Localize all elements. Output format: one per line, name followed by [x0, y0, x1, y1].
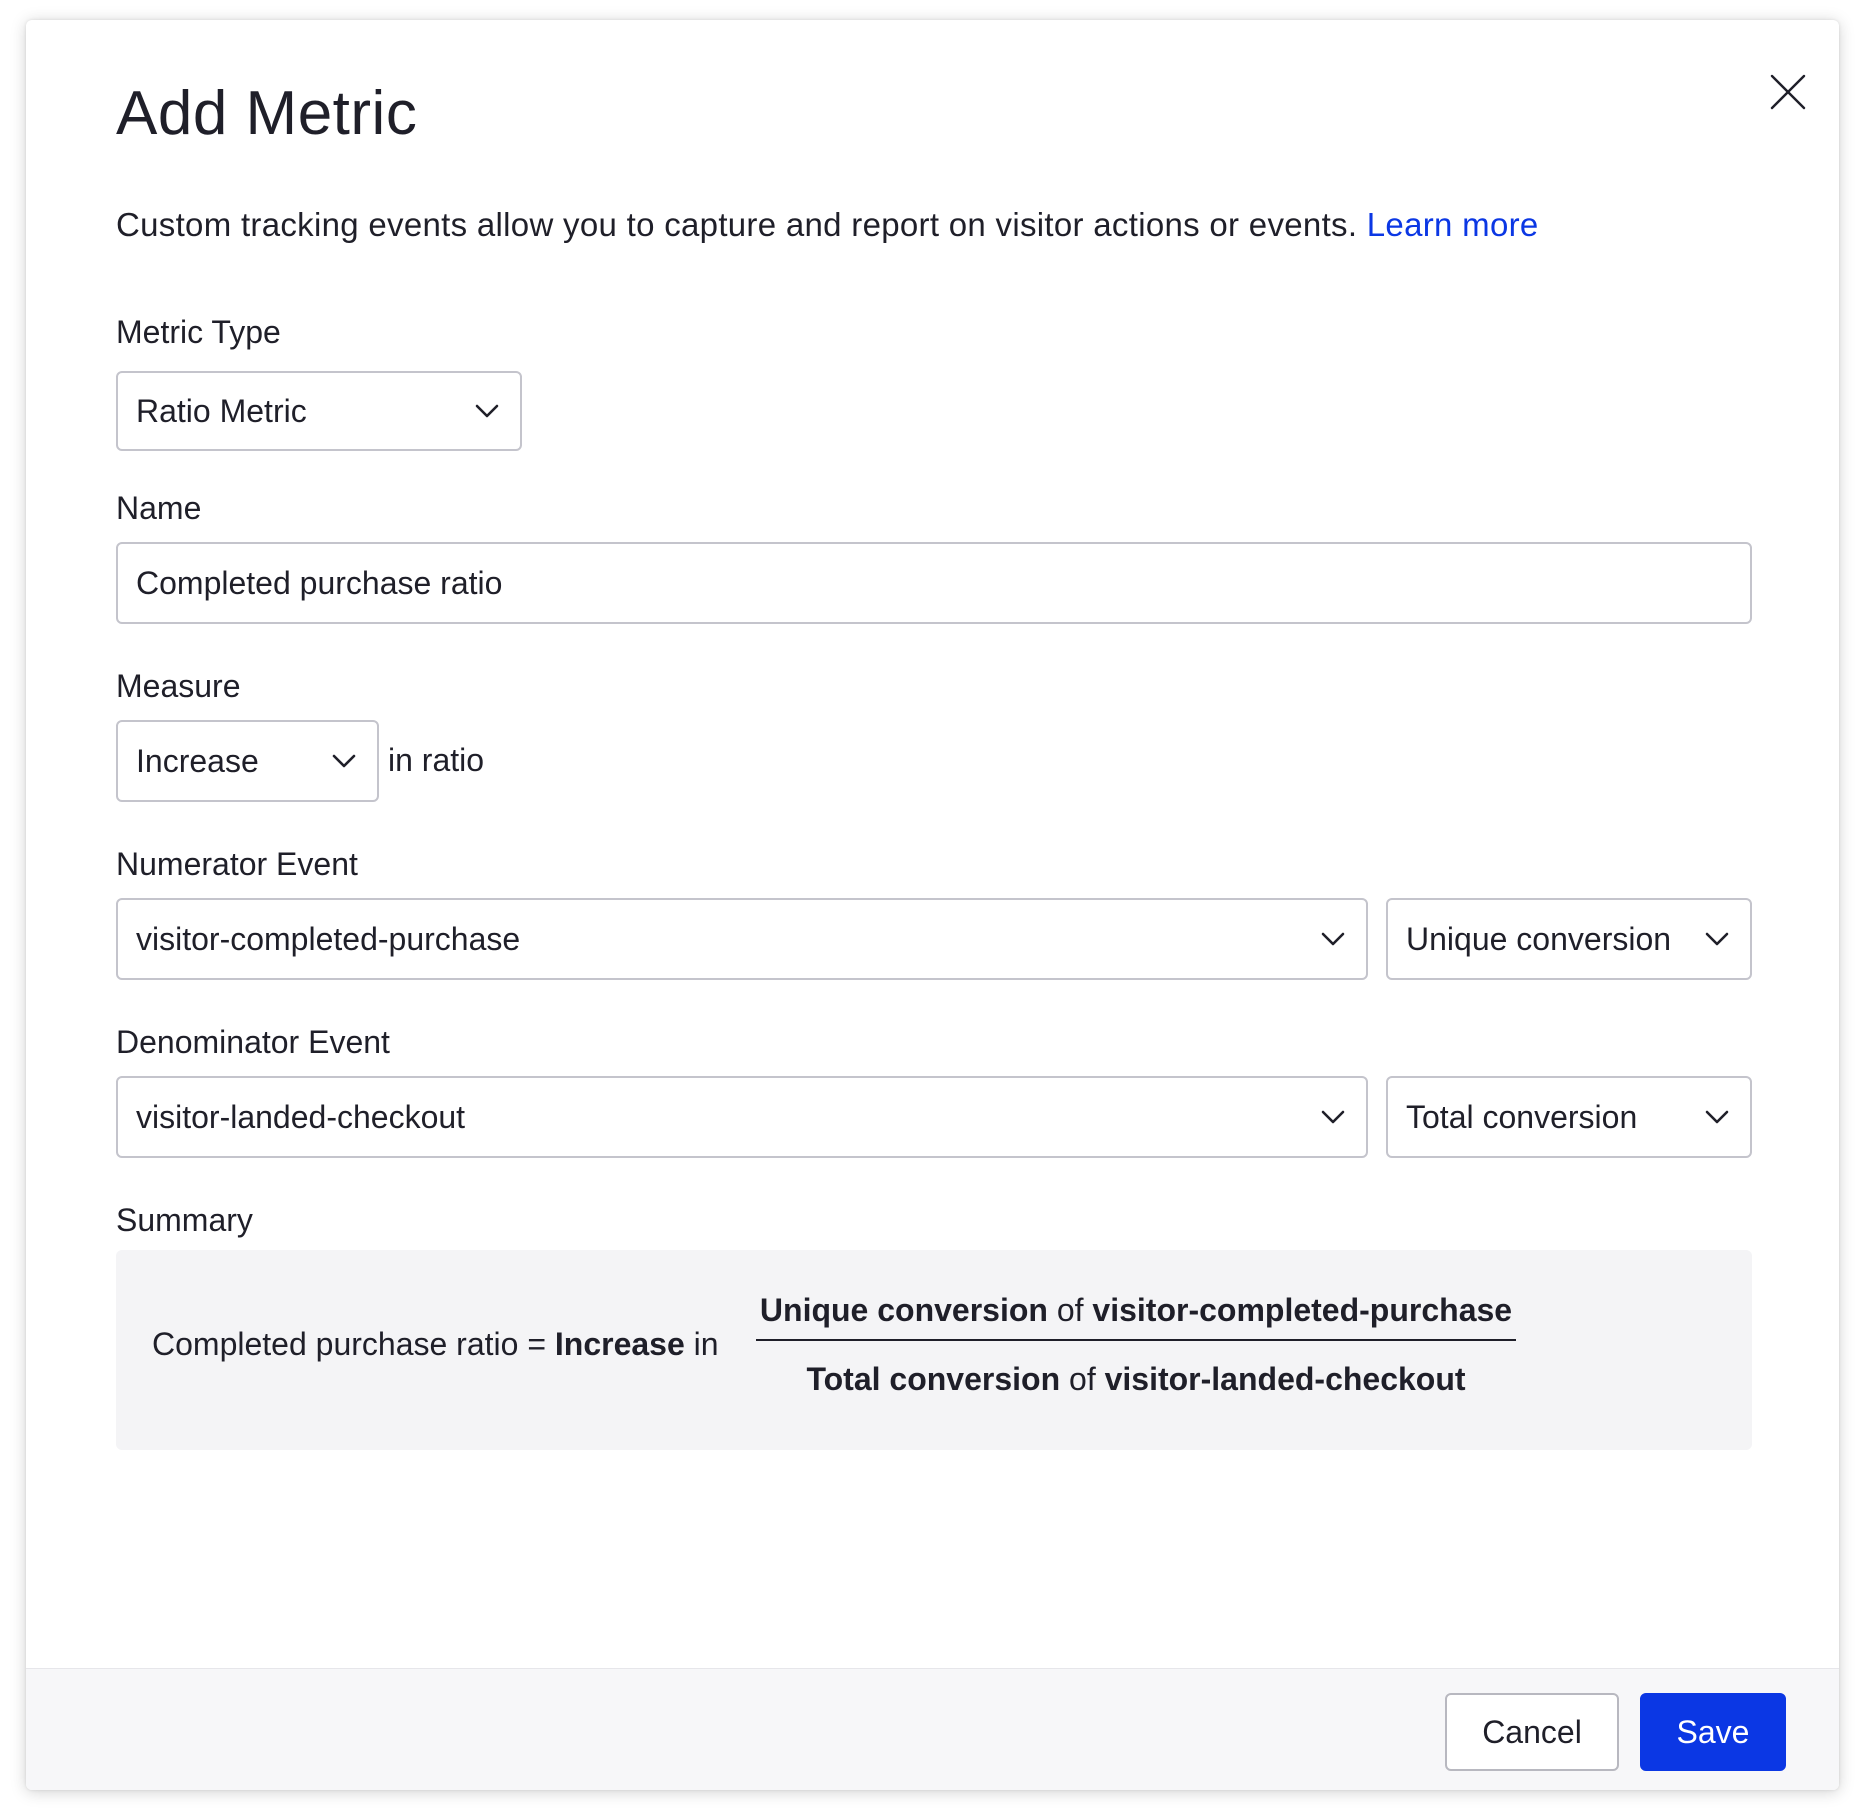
summary-numerator-of: of	[1056, 1292, 1084, 1328]
summary-denominator-aggregation: Total conversion	[806, 1361, 1061, 1397]
denominator-event-select[interactable]: visitor-landed-checkout	[116, 1076, 1368, 1158]
numerator-aggregation-select[interactable]: Unique conversion	[1386, 898, 1752, 980]
summary-fraction: Unique conversion of visitor-completed-p…	[756, 1292, 1516, 1398]
chevron-down-icon	[1318, 924, 1348, 954]
summary-in: in	[693, 1326, 719, 1362]
denominator-label: Denominator Event	[116, 1024, 390, 1060]
denominator-aggregation-value: Total conversion	[1406, 1098, 1638, 1135]
chevron-down-icon	[472, 396, 502, 426]
cancel-button[interactable]: Cancel	[1445, 1693, 1619, 1771]
summary-label: Summary	[116, 1202, 253, 1238]
save-button[interactable]: Save	[1640, 1693, 1786, 1771]
description-text: Custom tracking events allow you to capt…	[116, 206, 1358, 243]
add-metric-dialog: Add Metric Custom tracking events allow …	[26, 20, 1839, 1790]
denominator-event-value: visitor-landed-checkout	[136, 1098, 466, 1135]
measure-select[interactable]: Increase	[116, 720, 379, 802]
chevron-down-icon	[1702, 1102, 1732, 1132]
summary-equation-left: Completed purchase ratio = Increase in	[152, 1326, 719, 1363]
summary-denominator-event: visitor-landed-checkout	[1104, 1361, 1466, 1397]
chevron-down-icon	[329, 746, 359, 776]
dialog-description: Custom tracking events allow you to capt…	[116, 206, 1539, 244]
name-input[interactable]	[116, 542, 1752, 624]
numerator-event-select[interactable]: visitor-completed-purchase	[116, 898, 1368, 980]
summary-panel: Completed purchase ratio = Increase in U…	[116, 1250, 1752, 1450]
summary-numerator: Unique conversion of visitor-completed-p…	[756, 1292, 1516, 1341]
metric-type-value: Ratio Metric	[136, 392, 307, 429]
metric-type-label: Metric Type	[116, 314, 281, 350]
summary-numerator-event: visitor-completed-purchase	[1092, 1292, 1513, 1328]
measure-label: Measure	[116, 668, 241, 704]
measure-value: Increase	[136, 742, 259, 779]
close-icon	[1770, 74, 1806, 110]
denominator-aggregation-select[interactable]: Total conversion	[1386, 1076, 1752, 1158]
summary-numerator-aggregation: Unique conversion	[759, 1292, 1048, 1328]
summary-direction: Increase	[554, 1326, 685, 1362]
summary-metric-name: Completed purchase ratio	[152, 1326, 519, 1362]
summary-equals: =	[527, 1326, 546, 1362]
measure-suffix: in ratio	[388, 742, 485, 778]
summary-denominator-of: of	[1069, 1361, 1096, 1397]
chevron-down-icon	[1318, 1102, 1348, 1132]
summary-denominator: Total conversion of visitor-landed-check…	[756, 1341, 1516, 1398]
name-label: Name	[116, 490, 202, 526]
close-button[interactable]	[1756, 60, 1820, 124]
dialog-title: Add Metric	[116, 79, 418, 148]
metric-type-select[interactable]: Ratio Metric	[116, 371, 522, 451]
dialog-footer: Cancel Save	[26, 1668, 1839, 1790]
numerator-label: Numerator Event	[116, 846, 358, 882]
chevron-down-icon	[1702, 924, 1732, 954]
numerator-event-value: visitor-completed-purchase	[136, 920, 521, 957]
learn-more-link[interactable]: Learn more	[1367, 206, 1539, 243]
numerator-aggregation-value: Unique conversion	[1406, 920, 1672, 957]
